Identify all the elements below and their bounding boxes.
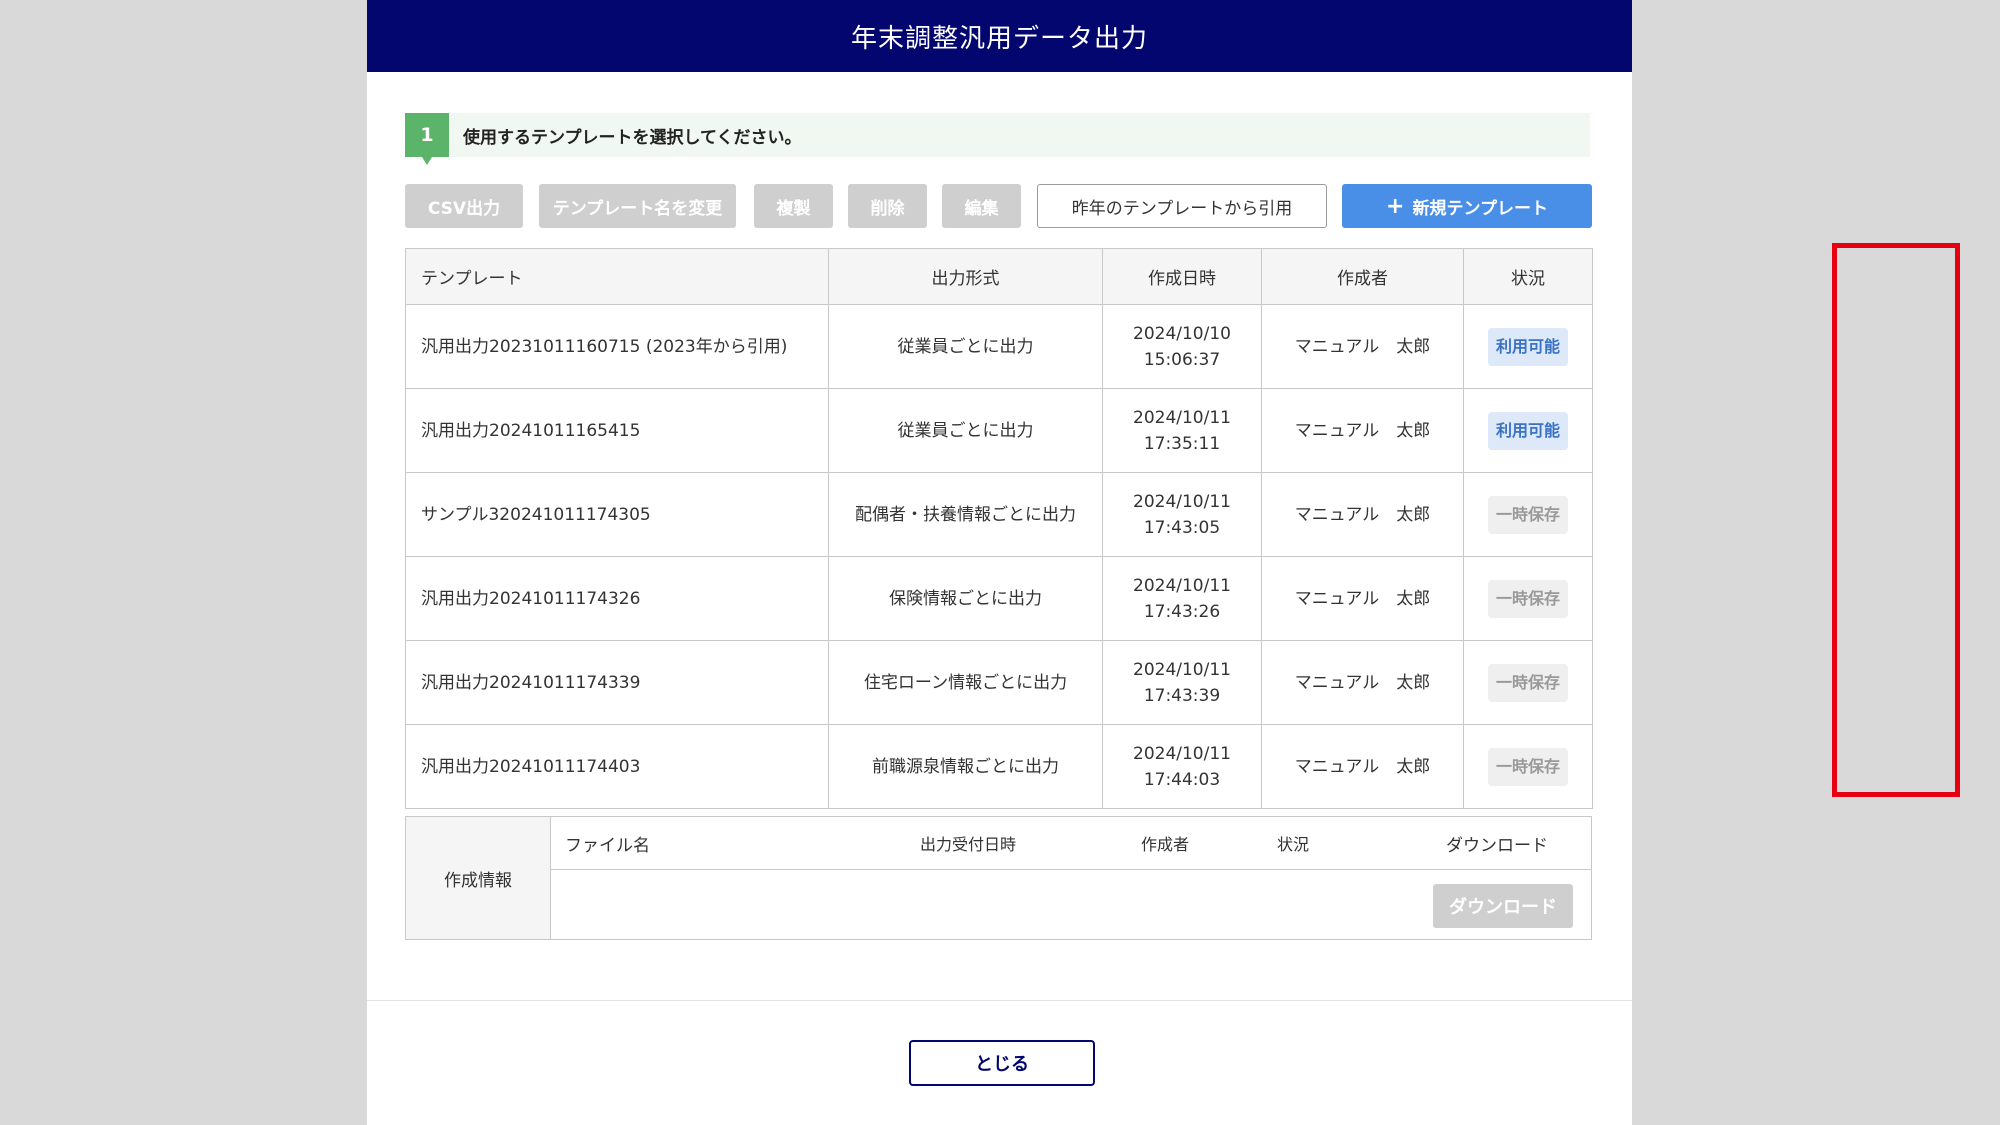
created-date: 2024/10/11 xyxy=(1133,407,1231,428)
creator: マニュアル 太郎 xyxy=(1261,640,1464,725)
download-button[interactable]: ダウンロード xyxy=(1433,884,1573,928)
table-row[interactable]: 汎用出力20241011174339 住宅ローン情報ごとに出力 2024/10/… xyxy=(405,640,1593,725)
header-created: 作成日時 xyxy=(1102,248,1262,305)
table-header-row: テンプレート 出力形式 作成日時 作成者 状況 xyxy=(405,248,1593,305)
table-row[interactable]: 汎用出力20241011165415 従業員ごとに出力 2024/10/11 17… xyxy=(405,388,1593,473)
creation-info-header: ファイル名 出力受付日時 作成者 状況 ダウンロード xyxy=(551,817,1591,870)
header-info-status: 状況 xyxy=(1277,835,1310,854)
status-cell: 一時保存 xyxy=(1463,556,1593,641)
template-toolbar: CSV出力 テンプレート名を変更 複製 削除 編集 昨年のテンプレートから引用 … xyxy=(405,184,1592,228)
close-button[interactable]: とじる xyxy=(909,1040,1095,1086)
status-badge: 利用可能 xyxy=(1487,327,1568,366)
created-datetime: 2024/10/10 15:06:37 xyxy=(1102,304,1262,389)
created-datetime: 2024/10/11 17:44:03 xyxy=(1102,724,1262,809)
status-cell: 一時保存 xyxy=(1463,472,1593,557)
new-template-button[interactable]: + 新規テンプレート xyxy=(1342,184,1592,228)
footer-divider xyxy=(367,1000,1632,1001)
status-badge: 一時保存 xyxy=(1487,495,1568,534)
created-time: 17:44:03 xyxy=(1143,769,1221,790)
template-table: テンプレート 出力形式 作成日時 作成者 状況 汎用出力202310111607… xyxy=(405,248,1593,809)
header-status: 状況 xyxy=(1463,248,1593,305)
created-time: 17:43:26 xyxy=(1143,601,1221,622)
header-filename: ファイル名 xyxy=(565,836,650,856)
creation-info-label: 作成情報 xyxy=(406,817,551,939)
cite-last-year-button[interactable]: 昨年のテンプレートから引用 xyxy=(1037,184,1327,228)
created-date: 2024/10/11 xyxy=(1133,491,1231,512)
output-format: 従業員ごとに出力 xyxy=(828,304,1103,389)
edit-button[interactable]: 編集 xyxy=(942,184,1021,228)
created-datetime: 2024/10/11 17:43:39 xyxy=(1102,640,1262,725)
rename-template-button[interactable]: テンプレート名を変更 xyxy=(539,184,736,228)
step-instruction: 1 使用するテンプレートを選択してください。 xyxy=(405,113,1590,165)
new-template-label: 新規テンプレート xyxy=(1412,198,1548,219)
plus-icon: + xyxy=(1386,193,1405,219)
header-template: テンプレート xyxy=(405,248,829,305)
status-badge: 一時保存 xyxy=(1487,663,1568,702)
status-badge: 一時保存 xyxy=(1487,747,1568,786)
output-format: 配偶者・扶養情報ごとに出力 xyxy=(828,472,1103,557)
created-time: 17:43:05 xyxy=(1143,517,1221,538)
created-datetime: 2024/10/11 17:43:26 xyxy=(1102,556,1262,641)
table-row[interactable]: 汎用出力20231011160715 (2023年から引用) 従業員ごとに出力 … xyxy=(405,304,1593,389)
header-received: 出力受付日時 xyxy=(920,835,1017,854)
status-cell: 利用可能 xyxy=(1463,388,1593,473)
template-name: 汎用出力20241011174326 xyxy=(405,556,829,641)
created-date: 2024/10/11 xyxy=(1133,659,1231,680)
status-cell: 利用可能 xyxy=(1463,304,1593,389)
creation-info-body: ファイル名 出力受付日時 作成者 状況 ダウンロード ダウンロード xyxy=(551,817,1591,939)
output-format: 前職源泉情報ごとに出力 xyxy=(828,724,1103,809)
template-name: 汎用出力20241011174339 xyxy=(405,640,829,725)
csv-export-button[interactable]: CSV出力 xyxy=(405,184,523,228)
created-time: 15:06:37 xyxy=(1143,349,1221,370)
created-date: 2024/10/11 xyxy=(1133,743,1231,764)
template-name: 汎用出力20241011165415 xyxy=(405,388,829,473)
dialog: 年末調整汎用データ出力 1 使用するテンプレートを選択してください。 CSV出力… xyxy=(367,0,1960,1125)
table-row[interactable]: 汎用出力20241011174326 保険情報ごとに出力 2024/10/11 1… xyxy=(405,556,1593,641)
dialog-header: 年末調整汎用データ出力 xyxy=(367,0,1632,72)
output-format: 住宅ローン情報ごとに出力 xyxy=(828,640,1103,725)
duplicate-button[interactable]: 複製 xyxy=(754,184,833,228)
output-format: 保険情報ごとに出力 xyxy=(828,556,1103,641)
delete-button[interactable]: 削除 xyxy=(848,184,927,228)
created-time: 17:35:11 xyxy=(1143,433,1221,454)
created-datetime: 2024/10/11 17:35:11 xyxy=(1102,388,1262,473)
header-creator: 作成者 xyxy=(1261,248,1464,305)
status-column-highlight xyxy=(1832,243,1960,797)
created-date: 2024/10/10 xyxy=(1133,323,1231,344)
creator: マニュアル 太郎 xyxy=(1261,304,1464,389)
created-date: 2024/10/11 xyxy=(1133,575,1231,596)
table-row[interactable]: 汎用出力20241011174403 前職源泉情報ごとに出力 2024/10/1… xyxy=(405,724,1593,809)
template-name: 汎用出力20241011174403 xyxy=(405,724,829,809)
template-name: サンプル320241011174305 xyxy=(405,472,829,557)
creator: マニュアル 太郎 xyxy=(1261,388,1464,473)
status-badge: 一時保存 xyxy=(1487,579,1568,618)
creator: マニュアル 太郎 xyxy=(1261,724,1464,809)
table-row[interactable]: サンプル320241011174305 配偶者・扶養情報ごとに出力 2024/1… xyxy=(405,472,1593,557)
header-format: 出力形式 xyxy=(828,248,1103,305)
header-info-creator: 作成者 xyxy=(1141,835,1190,854)
creator: マニュアル 太郎 xyxy=(1261,556,1464,641)
dialog-title: 年末調整汎用データ出力 xyxy=(850,23,1148,54)
step-text: 使用するテンプレートを選択してください。 xyxy=(463,127,802,148)
output-format: 従業員ごとに出力 xyxy=(828,388,1103,473)
status-badge: 利用可能 xyxy=(1487,411,1568,450)
status-cell: 一時保存 xyxy=(1463,640,1593,725)
step-number-badge: 1 xyxy=(405,113,449,165)
status-cell: 一時保存 xyxy=(1463,724,1593,809)
creator: マニュアル 太郎 xyxy=(1261,472,1464,557)
template-name: 汎用出力20231011160715 (2023年から引用) xyxy=(405,304,829,389)
creation-info-panel: 作成情報 ファイル名 出力受付日時 作成者 状況 ダウンロード ダウンロード xyxy=(405,816,1592,940)
created-time: 17:43:39 xyxy=(1143,685,1221,706)
created-datetime: 2024/10/11 17:43:05 xyxy=(1102,472,1262,557)
header-download: ダウンロード xyxy=(1446,836,1548,856)
